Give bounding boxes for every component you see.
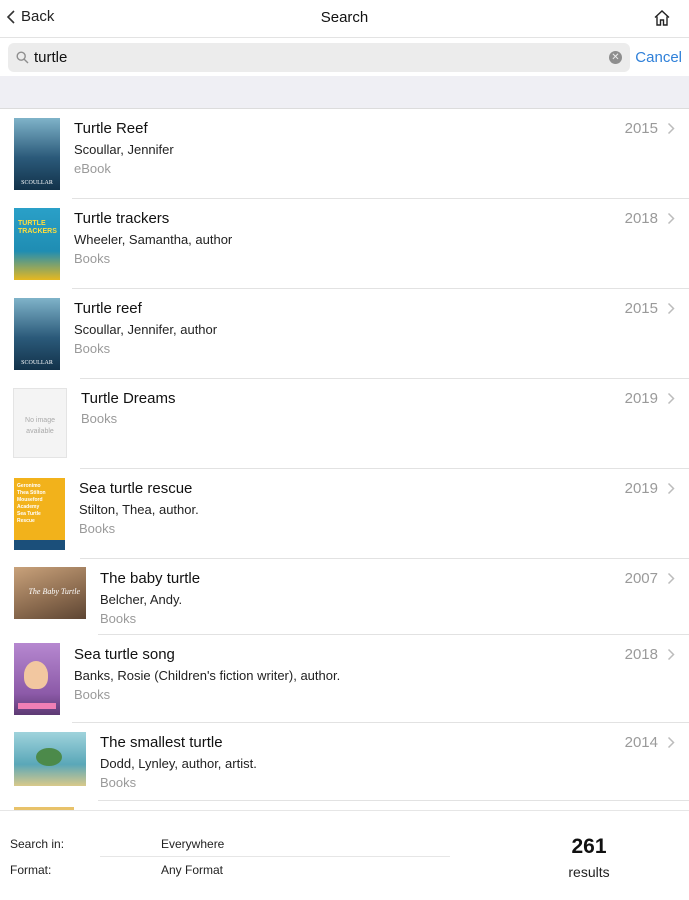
- chevron-right-icon: [667, 482, 675, 495]
- list-item[interactable]: TURTLE TRACKERS Turtle trackers Wheeler, …: [0, 199, 689, 289]
- book-cover: [14, 643, 60, 715]
- list-item[interactable]: The Baby Turtle The baby turtle Belcher,…: [0, 559, 689, 635]
- book-cover-placeholder: No image available: [13, 388, 67, 458]
- result-format: Books: [100, 775, 137, 790]
- result-year: 2014: [624, 734, 658, 751]
- chevron-right-icon: [667, 572, 675, 585]
- result-format: Books: [100, 611, 137, 626]
- cancel-button[interactable]: Cancel: [635, 49, 682, 66]
- result-author: Stilton, Thea, author.: [79, 502, 199, 517]
- book-cover: SCOULLAR: [14, 118, 60, 190]
- book-cover: TURTLE TRACKERS: [14, 208, 60, 280]
- result-author: Scoullar, Jennifer, author: [74, 322, 218, 337]
- book-cover: Geronimo Thea Stilton Mouseford Academy Sea …: [14, 478, 65, 550]
- result-year: 2015: [624, 120, 658, 137]
- list-item[interactable]: Geronimo Thea Stilton Mouseford Academy Sea …: [0, 469, 689, 559]
- result-format: Books: [74, 687, 111, 702]
- list-item[interactable]: SCOULLAR Turtle reef Scoullar, Jennifer,…: [0, 289, 689, 379]
- result-year: 2018: [624, 646, 658, 663]
- search-in-value[interactable]: Everywhere: [161, 837, 224, 851]
- result-author: Dodd, Lynley, author, artist.: [100, 756, 257, 771]
- list-item[interactable]: Sea turtle song Banks, Rosie (Children's…: [0, 635, 689, 723]
- result-format: Books: [74, 341, 111, 356]
- results-count: 261: [571, 835, 607, 858]
- result-year: 2007: [624, 570, 658, 587]
- page-title: Search: [320, 9, 369, 26]
- result-author: Scoullar, Jennifer: [74, 142, 174, 157]
- nav-bar: Back Search: [0, 0, 689, 38]
- result-year: 2019: [624, 480, 658, 497]
- list-item[interactable]: SCOULLAR Turtle Reef Scoullar, Jennifer …: [0, 109, 689, 199]
- list-item[interactable]: No image available Turtle Dreams Books 2…: [0, 379, 689, 469]
- clear-search-icon[interactable]: ✕: [609, 51, 622, 64]
- search-input[interactable]: [34, 46, 604, 69]
- result-title: Turtle Reef: [74, 120, 148, 137]
- result-author: Belcher, Andy.: [100, 592, 183, 607]
- result-format: eBook: [74, 161, 111, 176]
- book-cover: The Baby Turtle: [14, 567, 86, 619]
- search-bar: ✕ Cancel: [0, 38, 689, 76]
- no-image-text: No image available: [25, 417, 55, 435]
- book-cover: SCOULLAR: [14, 298, 60, 370]
- result-title: Turtle reef: [74, 300, 142, 317]
- format-value[interactable]: Any Format: [161, 863, 223, 877]
- result-format: Books: [74, 251, 111, 266]
- chevron-right-icon: [667, 392, 675, 405]
- result-title: The smallest turtle: [100, 734, 223, 751]
- book-cover: [14, 732, 86, 786]
- result-title: Turtle trackers: [74, 210, 170, 227]
- result-title: Turtle Dreams: [81, 390, 176, 407]
- result-year: 2018: [624, 210, 658, 227]
- home-icon[interactable]: [653, 9, 671, 27]
- results-count-label: results: [568, 864, 610, 880]
- chevron-right-icon: [667, 122, 675, 135]
- result-title: The baby turtle: [100, 570, 201, 587]
- list-item[interactable]: The smallest turtle Dodd, Lynley, author…: [0, 723, 689, 801]
- result-year: 2019: [624, 390, 658, 407]
- chevron-right-icon: [667, 648, 675, 661]
- result-year: 2015: [624, 300, 658, 317]
- chevron-right-icon: [667, 212, 675, 225]
- search-field[interactable]: ✕: [8, 43, 630, 72]
- search-in-label: Search in:: [10, 837, 65, 851]
- chevron-right-icon: [667, 736, 675, 749]
- search-footer: Search in: Everywhere Format: Any Format…: [0, 810, 689, 900]
- results-list: SCOULLAR Turtle Reef Scoullar, Jennifer …: [0, 109, 689, 810]
- result-format: Books: [79, 521, 116, 536]
- format-label: Format:: [10, 863, 52, 877]
- list-item[interactable]: [0, 801, 689, 810]
- footer-divider: [100, 856, 450, 857]
- result-author: Wheeler, Samantha, author: [74, 232, 233, 247]
- search-icon: [16, 51, 29, 64]
- result-title: Sea turtle rescue: [79, 480, 193, 497]
- result-title: Sea turtle song: [74, 646, 175, 663]
- result-author: Banks, Rosie (Children's fiction writer)…: [74, 668, 341, 683]
- chevron-right-icon: [667, 302, 675, 315]
- result-format: Books: [81, 411, 118, 426]
- results-header-spacer: [0, 76, 689, 109]
